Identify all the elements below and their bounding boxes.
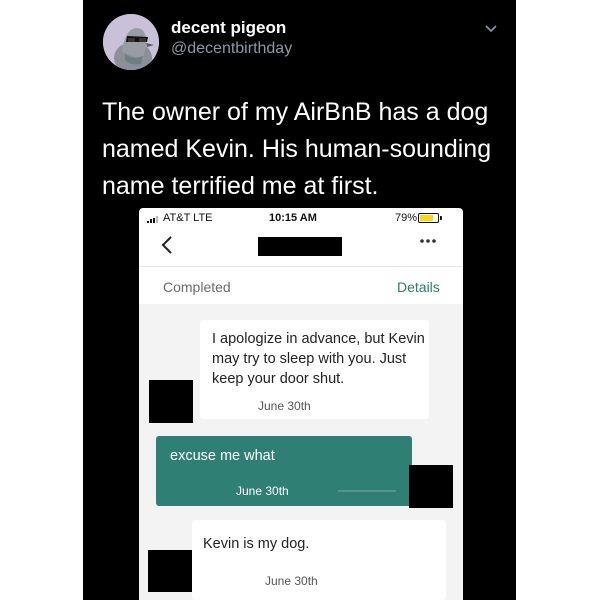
pigeon-avatar-icon [103,14,159,70]
redacted-host-avatar [149,380,193,423]
redacted-host-avatar [148,550,192,592]
battery-cap [440,216,442,220]
display-name[interactable]: decent pigeon [171,18,286,38]
redacted-host-name [258,237,342,256]
battery-percent: 79% [395,212,418,224]
message-bubble-incoming: I apologize in advance, but Kevin may tr… [200,320,429,419]
redacted-guest-avatar [409,465,453,508]
carrier-label: AT&T LTE [163,212,213,224]
message-text: I apologize in advance, but Kevin may tr… [212,331,425,387]
more-horizontal-icon[interactable] [419,238,437,244]
battery-icon [418,213,439,223]
trip-status: Completed [163,279,231,295]
signal-strength-icon [147,216,161,223]
header-divider [139,266,463,267]
chevron-left-icon[interactable] [161,235,173,255]
faint-watermark [338,490,396,492]
status-bar: AT&T LTE 10:15 AM 79% [139,208,463,228]
user-handle[interactable]: @decentbirthday [171,40,292,58]
chevron-down-icon[interactable] [484,22,498,36]
message-bubble-incoming: Kevin is my dog. June 30th [192,520,446,600]
message-bubble-outgoing: excuse me what June 30th [156,436,412,506]
message-text: Kevin is my dog. [203,536,310,552]
tweet-text: The owner of my AirBnB has a dog named K… [102,98,492,200]
status-time: 10:15 AM [269,212,317,224]
profile-avatar[interactable] [103,14,159,70]
tweet-card: decent pigeon @decentbirthday The owner … [83,0,516,600]
message-thread: I apologize in advance, but Kevin may tr… [139,304,463,600]
phone-screenshot: AT&T LTE 10:15 AM 79% Completed Details … [139,208,463,600]
message-date: June 30th [236,484,289,498]
message-date: June 30th [258,399,311,413]
battery-fill [420,215,434,221]
details-link[interactable]: Details [397,279,440,295]
message-date: June 30th [265,574,318,588]
message-text: excuse me what [170,448,275,464]
